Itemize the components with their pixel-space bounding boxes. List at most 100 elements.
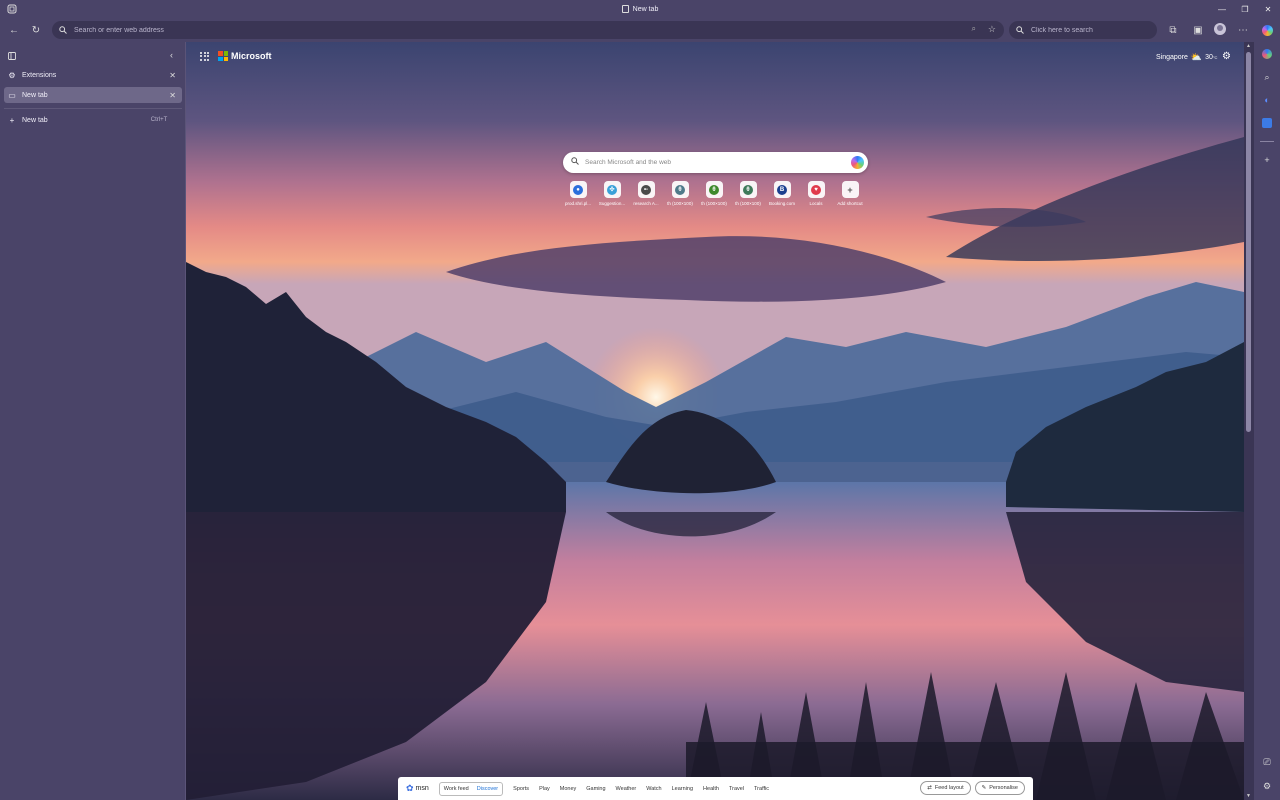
quick-link-tile[interactable]: + <box>841 181 859 198</box>
quick-link-tile[interactable]: ♥ <box>807 181 825 198</box>
shopping-icon[interactable]: ◐ <box>1259 92 1275 108</box>
close-window-button[interactable]: ✕ <box>1257 0 1279 18</box>
tab-new-tab[interactable]: ▭ New tab ✕ <box>4 87 182 103</box>
quick-link[interactable]: ● prod.shri.pl... <box>561 181 595 206</box>
quick-link-tile[interactable]: θ <box>671 181 689 198</box>
minimize-button[interactable]: — <box>1211 0 1233 18</box>
copilot-alt-icon[interactable] <box>1259 46 1275 62</box>
scroll-down-arrow[interactable]: ▼ <box>1246 793 1251 799</box>
quick-link-label: th (100×100) <box>667 201 693 206</box>
layout-icon: ⇄ <box>927 785 932 791</box>
copilot-icon[interactable] <box>851 156 864 169</box>
new-tab-page: Microsoft Singapore ⛅ 30°C ⚙ ● prod.shri.… <box>186 42 1244 800</box>
th-icon: θ <box>675 184 685 195</box>
app-launcher-icon[interactable] <box>200 51 209 61</box>
booking-icon: B <box>777 184 787 195</box>
weather-unit: °C <box>1212 55 1218 60</box>
collapse-panel-icon[interactable]: ‹ <box>170 50 173 60</box>
msn-nav-item[interactable]: Travel <box>729 786 744 792</box>
msn-nav-item[interactable]: Gaming <box>586 786 605 792</box>
quick-link[interactable]: ♥ Locals <box>799 181 833 206</box>
msn-nav-item[interactable]: Traffic <box>754 786 769 792</box>
msn-nav-item[interactable]: Sports <box>513 786 529 792</box>
feed-layout-button[interactable]: ⇄ Feed layout <box>920 781 971 795</box>
quick-link[interactable]: •- research A... <box>629 181 663 206</box>
avatar[interactable] <box>1214 23 1226 35</box>
msn-logo[interactable]: ✿ msn <box>406 783 429 794</box>
quick-link-tile[interactable]: •- <box>637 181 655 198</box>
copilot-icon[interactable] <box>1259 22 1275 38</box>
weather-widget[interactable]: Singapore ⛅ 30 °C <box>1156 52 1217 63</box>
quick-link-tile[interactable]: θ <box>705 181 723 198</box>
refresh-button[interactable]: ↻ <box>28 22 44 38</box>
network-icon: ✣ <box>607 184 617 195</box>
quick-link[interactable]: B Booking.com <box>765 181 799 206</box>
side-search-box[interactable] <box>1009 21 1157 39</box>
new-tab-button[interactable]: + New tab Ctrl+T <box>4 112 182 128</box>
more-menu-icon[interactable]: ⋯ <box>1235 22 1251 38</box>
personalise-button[interactable]: ✎ Personalise <box>974 781 1025 795</box>
search-icon <box>59 26 67 34</box>
collections-icon[interactable]: ▣ <box>1190 22 1206 38</box>
add-sidebar-app-icon[interactable]: + <box>1259 152 1275 168</box>
feed-discover[interactable]: Discover <box>473 786 502 792</box>
cloud-icon: ● <box>573 184 583 195</box>
side-search-input[interactable] <box>1031 26 1151 34</box>
tab-actions-icon[interactable] <box>8 52 16 60</box>
screenshot-icon[interactable]: ⎚ <box>1259 754 1275 770</box>
extensions-icon[interactable]: ⧉ <box>1165 22 1181 38</box>
heart-icon: ♥ <box>811 184 821 195</box>
close-tab-icon[interactable]: ✕ <box>169 91 176 100</box>
divider <box>4 108 182 109</box>
quick-link[interactable]: + Add shortcut <box>833 181 867 206</box>
back-button[interactable]: ← <box>6 22 22 38</box>
sidebar-settings-icon[interactable]: ⚙ <box>1259 778 1275 794</box>
quick-link-label: Suggestion... <box>598 201 626 206</box>
zoom-search-icon[interactable]: ⌕ <box>972 24 976 34</box>
quick-link[interactable]: θ th (100×100) <box>697 181 731 206</box>
sidebar-header: ‹ <box>0 48 186 64</box>
quick-link[interactable]: θ th (100×100) <box>663 181 697 206</box>
main-search-box[interactable] <box>563 152 868 173</box>
msn-nav-item[interactable]: Learning <box>672 786 693 792</box>
microsoft-logo-icon <box>218 51 228 61</box>
brand-area: Microsoft <box>200 51 272 61</box>
partly-cloudy-icon: ⛅ <box>1190 52 1203 62</box>
quick-link-tile[interactable]: ✣ <box>603 181 621 198</box>
msn-nav-item[interactable]: Money <box>560 786 577 792</box>
tab-label: Extensions <box>22 71 57 79</box>
quick-link-label: Locals <box>809 201 823 206</box>
scrollbar-thumb[interactable] <box>1246 52 1251 432</box>
quick-link[interactable]: θ th (100×100) <box>731 181 765 206</box>
weather-temp: 30 <box>1205 54 1213 61</box>
search-icon[interactable]: ⌕ <box>1259 69 1275 85</box>
page-scrollbar[interactable]: ▲ ▼ <box>1244 42 1254 800</box>
quick-link-tile[interactable]: B <box>773 181 791 198</box>
msn-nav: Sports Play Money Gaming Weather Watch Learnin… <box>513 786 779 792</box>
feed-work[interactable]: Work feed <box>440 786 473 792</box>
quick-link-label: prod.shri.pl... <box>564 201 591 206</box>
translate-icon[interactable] <box>1259 115 1275 131</box>
title-bar: New tab — ❐ ✕ <box>0 0 1280 18</box>
th-icon: θ <box>709 184 719 195</box>
favorite-star-icon[interactable]: ☆ <box>988 24 996 35</box>
msn-nav-item[interactable]: Weather <box>616 786 637 792</box>
main-search-input[interactable] <box>585 159 835 166</box>
personalise-icon: ✎ <box>981 785 987 791</box>
quick-link-tile[interactable]: ● <box>569 181 587 198</box>
quick-link[interactable]: ✣ Suggestion... <box>595 181 629 206</box>
msn-nav-item[interactable]: Watch <box>646 786 661 792</box>
restore-button[interactable]: ❐ <box>1234 0 1256 18</box>
msn-nav-item[interactable]: Play <box>539 786 550 792</box>
msn-nav-item[interactable]: Health <box>703 786 719 792</box>
quick-link-tile[interactable]: θ <box>739 181 757 198</box>
feed-mode-toggle: Work feed Discover <box>438 781 504 796</box>
address-input[interactable] <box>74 26 934 34</box>
scroll-up-arrow[interactable]: ▲ <box>1246 43 1251 49</box>
page-icon: ▭ <box>8 90 16 100</box>
edge-sidebar: ⌕ ◐ + ⎚ ⚙ <box>1254 18 1280 800</box>
tab-extensions[interactable]: ⚙ Extensions ✕ <box>4 67 182 83</box>
page-settings-icon[interactable]: ⚙ <box>1222 51 1231 62</box>
address-bar[interactable]: ⌕ ☆ <box>52 21 1004 39</box>
close-tab-icon[interactable]: ✕ <box>169 71 176 80</box>
